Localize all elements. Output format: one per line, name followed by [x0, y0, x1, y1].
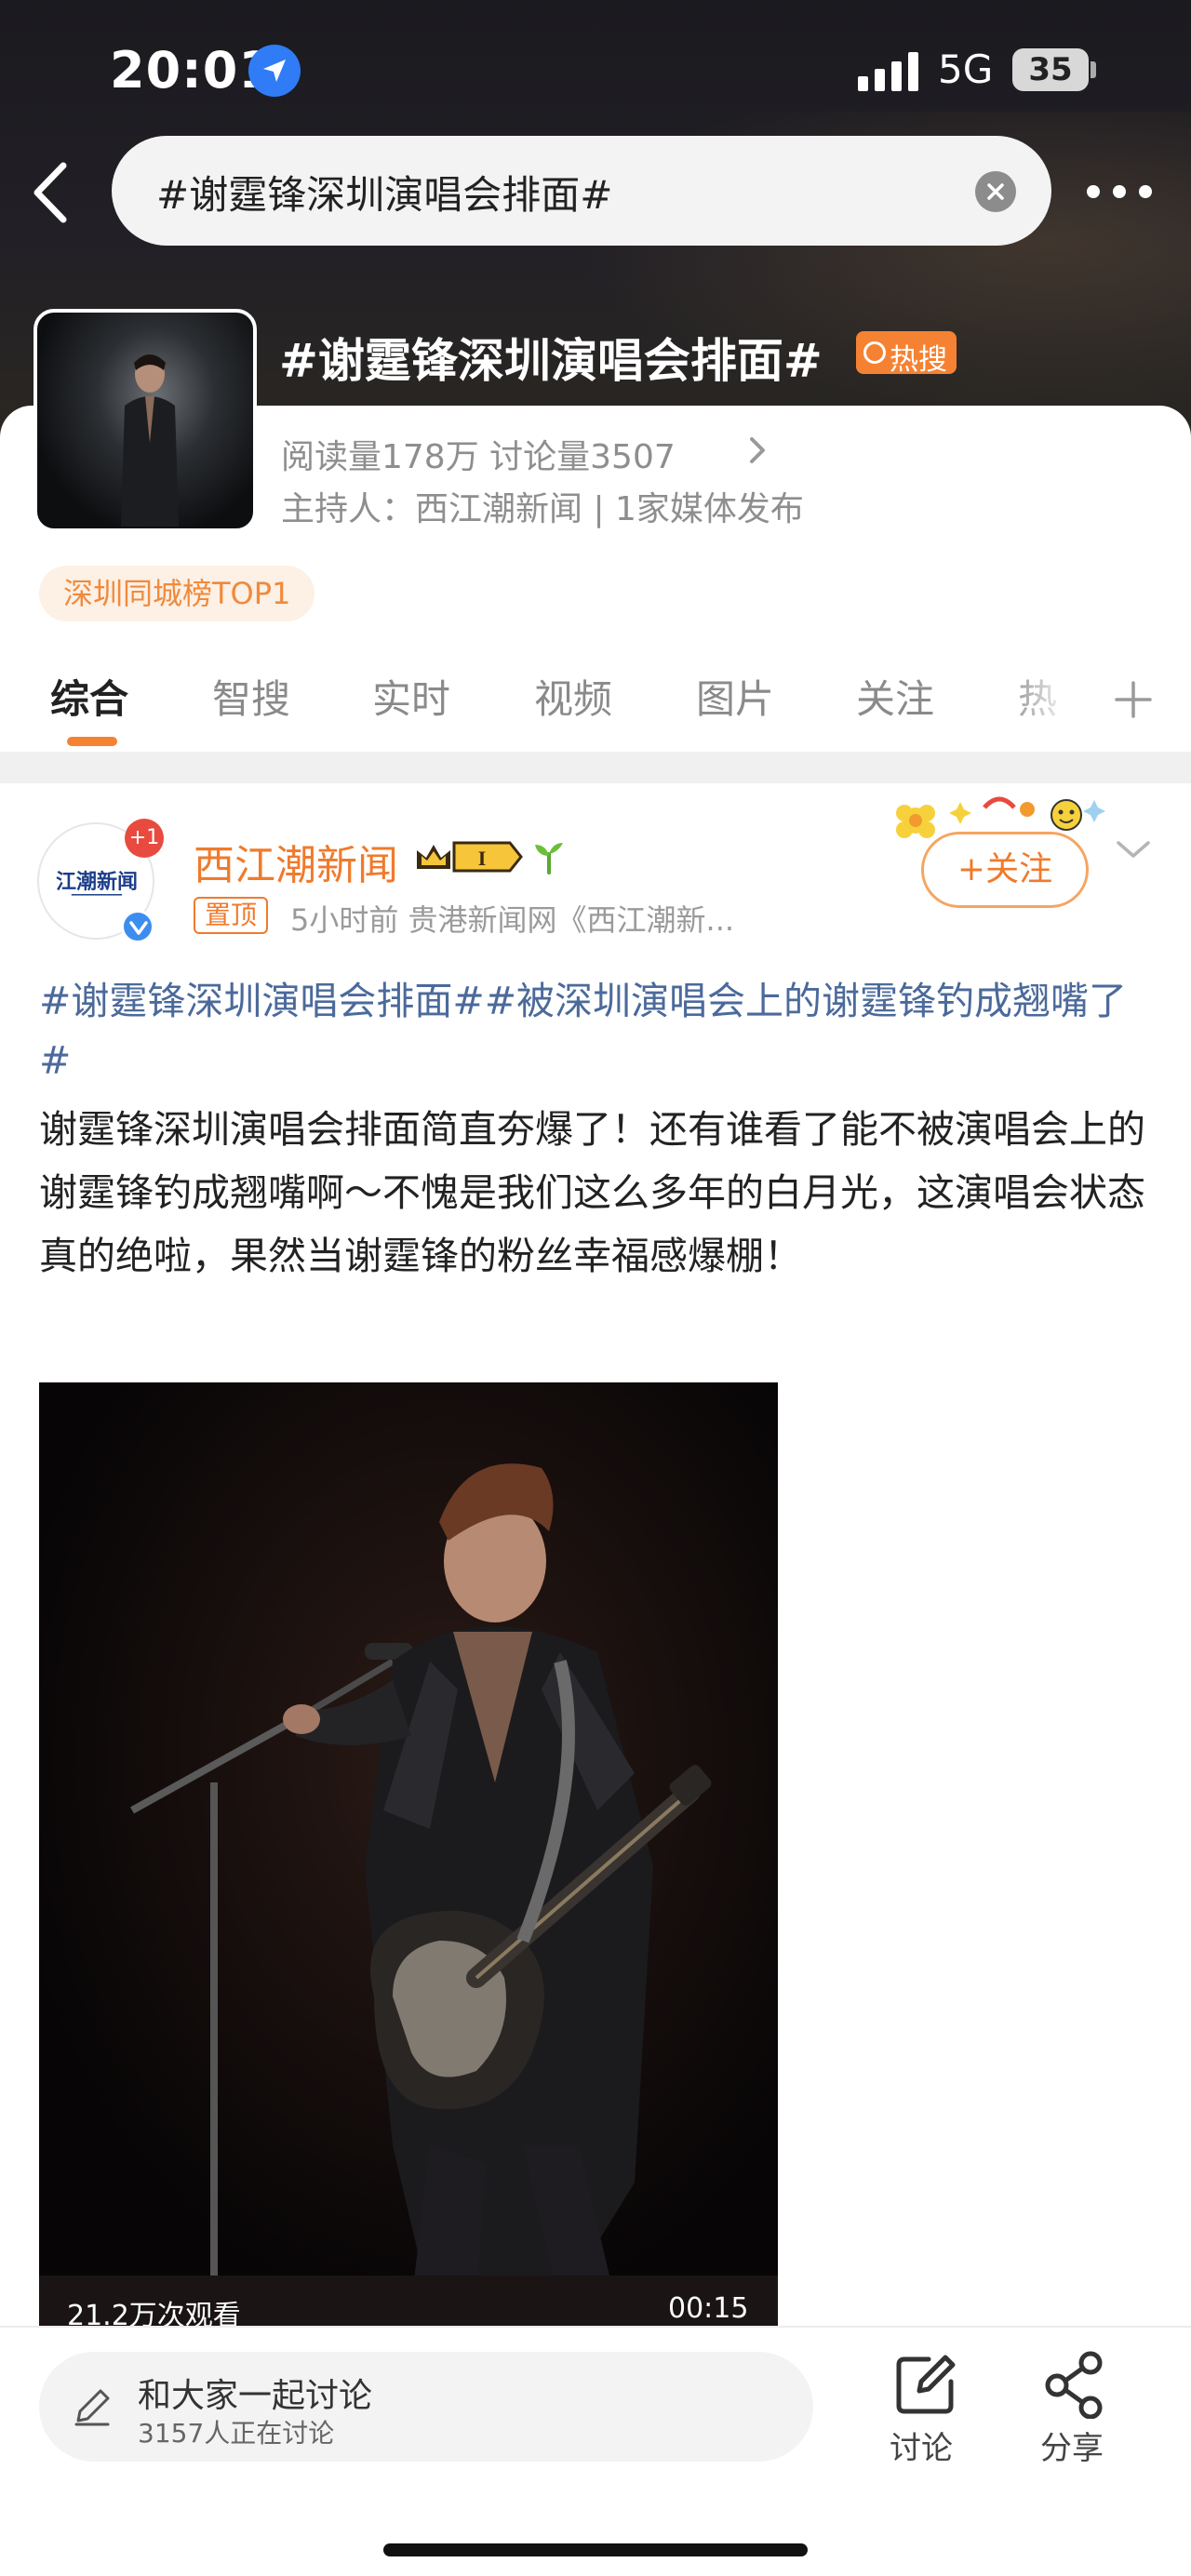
topic-stats[interactable]: 阅读量178万 讨论量3507 — [281, 430, 676, 478]
verified-icon — [121, 910, 154, 943]
topic-title: #谢霆锋深圳演唱会排面# — [279, 334, 823, 388]
battery-level: 35 — [1028, 51, 1073, 88]
battery-icon: 35 — [1012, 48, 1089, 91]
notification-badge: +1 — [125, 819, 164, 858]
share-icon[interactable] — [1040, 2350, 1109, 2419]
section-divider — [0, 752, 1191, 783]
tab-comprehensive[interactable]: 综合 — [50, 668, 128, 725]
plus-icon[interactable] — [1113, 679, 1154, 720]
edit-square-icon[interactable] — [891, 2350, 960, 2419]
pencil-icon — [74, 2389, 110, 2426]
video-frame — [39, 1382, 778, 2326]
pinned-badge: 置顶 — [194, 897, 269, 934]
author-name[interactable]: 西江潮新闻 — [194, 832, 398, 891]
video-duration: 00:15 — [668, 2292, 749, 2325]
city-rank-badge[interactable]: 深圳同城榜TOP1 — [39, 566, 315, 621]
more-options-button[interactable] — [1087, 182, 1154, 201]
chevron-right-icon[interactable] — [746, 432, 770, 469]
network-type: 5G — [938, 47, 994, 92]
clear-icon — [987, 183, 1004, 200]
location-arrow-icon — [248, 45, 301, 97]
bottom-action-bar: 和大家一起讨论 3157人正在讨论 讨论 分享 — [0, 2326, 1191, 2576]
active-tab-indicator — [67, 737, 117, 746]
tab-following[interactable]: 关注 — [856, 668, 934, 725]
avatar-logo-underline: ━━━━━━━━━━ — [71, 891, 123, 901]
share-label[interactable]: 分享 — [1040, 2423, 1104, 2468]
discussion-input-title: 和大家一起讨论 — [138, 2377, 373, 2415]
discussion-input[interactable]: 和大家一起讨论 3157人正在讨论 — [39, 2352, 813, 2462]
clear-search-button[interactable] — [975, 171, 1016, 212]
search-query: #谢霆锋深圳演唱会排面# — [156, 172, 613, 218]
battery-tip — [1091, 61, 1096, 78]
tab-fade-overlay — [1005, 659, 1089, 742]
signal-icon — [858, 50, 919, 91]
hot-badge-label: 热搜 — [890, 343, 947, 377]
post-hashtags[interactable]: #谢霆锋深圳演唱会排面##被深圳演唱会上的谢霆锋钓成翘嘴了# — [39, 971, 1156, 1090]
discussion-count: 3157人正在讨论 — [138, 2418, 335, 2449]
tab-video[interactable]: 视频 — [534, 668, 612, 725]
follow-button[interactable]: +关注 — [921, 832, 1089, 908]
tab-pictures[interactable]: 图片 — [696, 668, 774, 725]
hot-icon — [863, 341, 886, 364]
post-meta: 5小时前 贵港新闻网《西江潮新... — [290, 902, 735, 938]
sprout-icon — [535, 843, 563, 874]
back-button[interactable] — [28, 160, 74, 225]
search-input[interactable]: #谢霆锋深圳演唱会排面# — [112, 136, 1051, 246]
tab-smart-search[interactable]: 智搜 — [212, 668, 290, 725]
svg-text:I: I — [478, 847, 487, 870]
tab-realtime[interactable]: 实时 — [372, 668, 450, 725]
tab-bar: 综合 智搜 实时 视频 图片 关注 热 — [0, 659, 1191, 748]
home-indicator — [383, 2543, 808, 2556]
post-body-text: 谢霆锋深圳演唱会排面简直夯爆了！还有谁看了能不被演唱会上的谢霆锋钓成翘嘴啊～不愧… — [39, 1107, 1145, 1278]
topic-cover-image — [33, 309, 257, 532]
crown-level-icon: I — [417, 841, 523, 873]
video-view-count: 21.2万次观看 — [67, 2300, 241, 2326]
topic-host[interactable]: 主持人：西江潮新闻 | 1家媒体发布 — [281, 482, 804, 530]
chevron-down-icon[interactable] — [1113, 835, 1154, 863]
chevron-left-icon — [33, 162, 67, 223]
discuss-label[interactable]: 讨论 — [890, 2423, 953, 2468]
post-video[interactable]: 21.2万次观看 00:15 — [39, 1382, 778, 2326]
hot-search-badge: 热搜 — [856, 331, 957, 377]
